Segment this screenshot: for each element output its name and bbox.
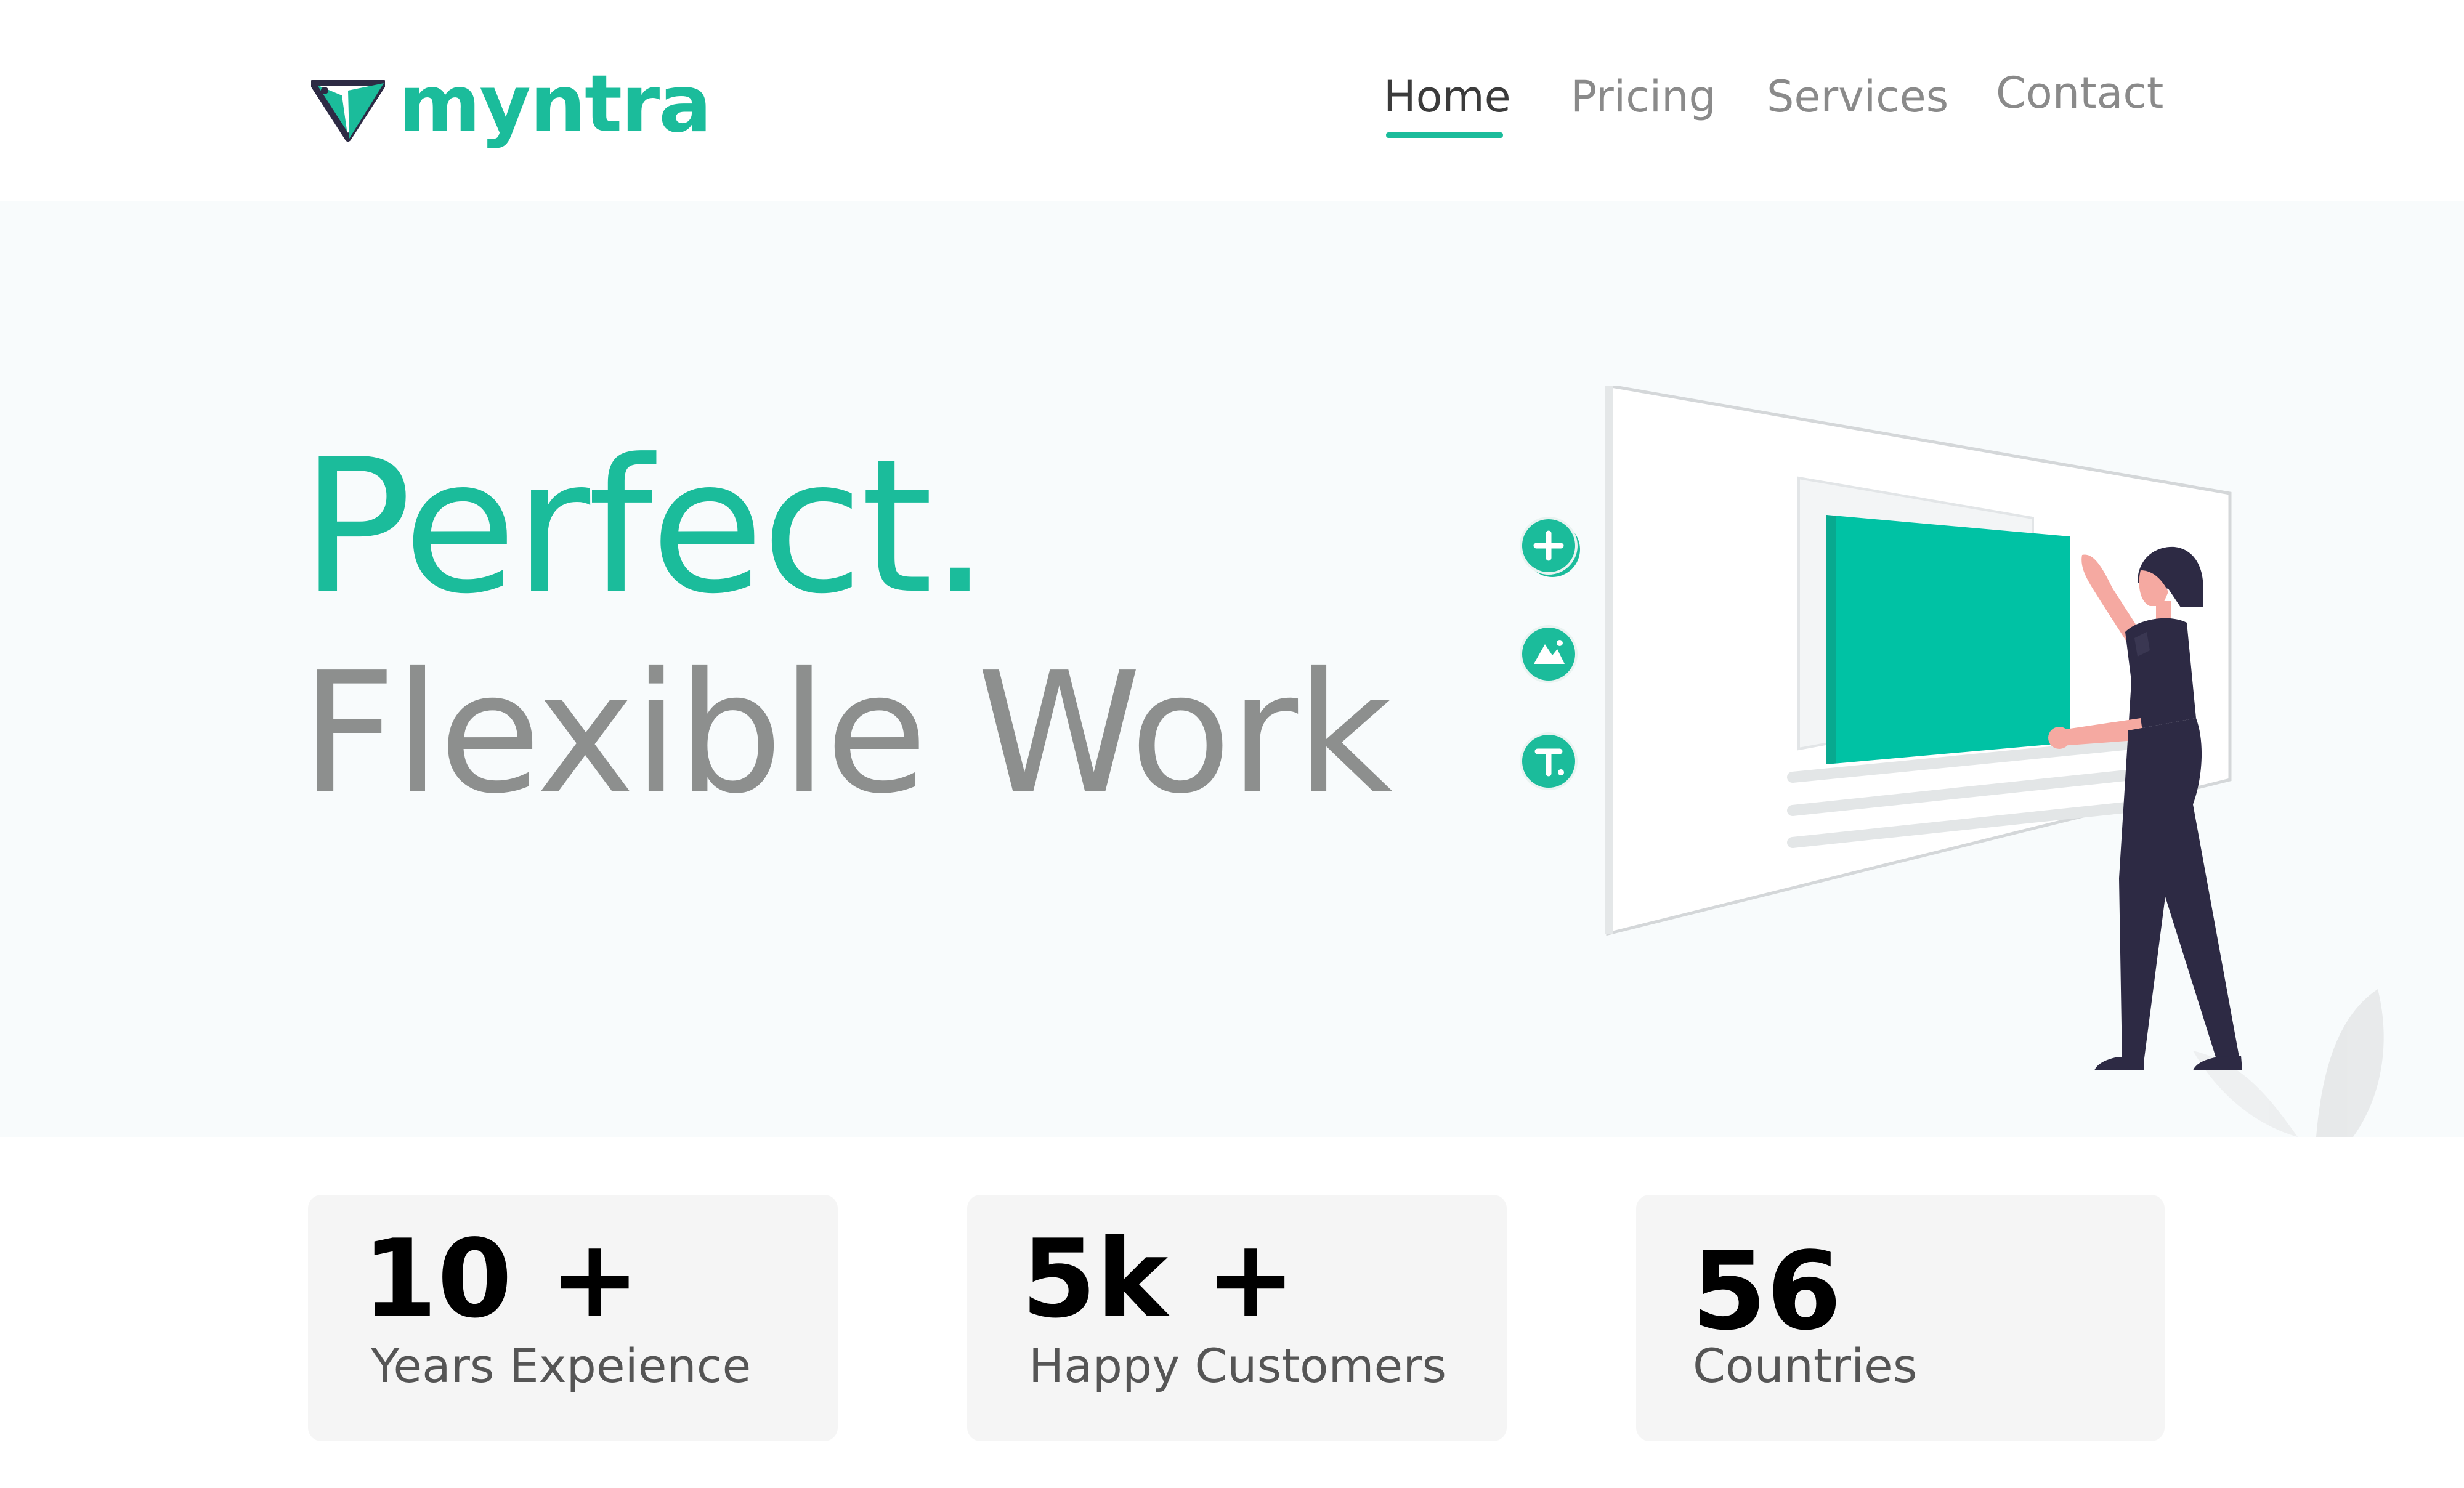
hero-subtitle: Flexible Work — [301, 636, 1393, 830]
brand-logo[interactable]: myntra — [311, 59, 712, 154]
stat-value: 10 + — [362, 1217, 641, 1342]
stat-label: Years Expeience — [371, 1338, 752, 1393]
stat-card-experience: 10 + Years Expeience — [308, 1195, 838, 1441]
stat-card-countries: 56 Countries — [1636, 1195, 2165, 1441]
green-content-panel — [1826, 515, 2070, 764]
nav-item-home[interactable]: Home — [1384, 75, 1511, 118]
hero-illustration — [1520, 386, 2384, 1137]
nav-item-pricing[interactable]: Pricing — [1571, 75, 1716, 118]
stat-card-customers: 5k + Happy Customers — [967, 1195, 1507, 1441]
nav-item-contact[interactable]: Contact — [1996, 71, 2163, 115]
hero-title: Perfect. — [301, 419, 989, 634]
nav-item-services[interactable]: Services — [1767, 75, 1948, 118]
image-icon[interactable] — [1520, 625, 1578, 683]
stat-value: 56 — [1692, 1229, 1842, 1354]
text-icon[interactable] — [1520, 732, 1578, 790]
stat-label: Happy Customers — [1029, 1338, 1447, 1393]
brand-name: myntra — [399, 59, 712, 150]
stat-label: Countries — [1693, 1338, 1918, 1393]
logo-mark-icon — [311, 80, 385, 142]
plus-icon[interactable] — [1520, 517, 1580, 577]
hero-section: Perfect. Flexible Work — [0, 201, 2464, 1137]
nav-active-indicator — [1386, 132, 1503, 138]
stat-value: 5k + — [1021, 1217, 1296, 1342]
navbar: myntra Home Pricing Services Contact — [0, 0, 2464, 201]
